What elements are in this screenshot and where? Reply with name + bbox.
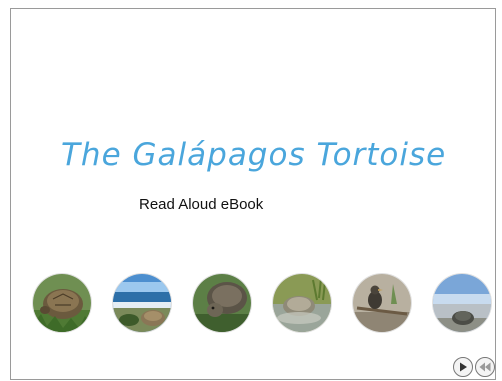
thumb-tortoise-grass[interactable] [33, 274, 91, 332]
slide-subtitle: Read Aloud eBook [139, 196, 264, 213]
slide-title: The Galápagos Tortoise [61, 137, 447, 173]
play-icon [460, 362, 467, 372]
tortoise-on-beach-photo [113, 274, 171, 332]
thumb-tortoise-shore[interactable] [433, 274, 491, 332]
next-button[interactable] [453, 357, 473, 377]
tortoise-in-pond-photo [273, 274, 331, 332]
rewind-icon [479, 362, 491, 372]
tortoise-on-shore-photo [433, 274, 491, 332]
tortoise-in-grass-photo [33, 274, 91, 332]
thumbnail-strip [11, 274, 495, 338]
thumb-tortoise-head[interactable] [193, 274, 251, 332]
bird-on-branch-photo [353, 274, 411, 332]
tortoise-close-up-photo [193, 274, 251, 332]
back-button[interactable] [475, 357, 495, 377]
thumb-bird[interactable] [353, 274, 411, 332]
thumb-beach-tortoise[interactable] [113, 274, 171, 332]
slide-navigation [453, 357, 495, 377]
thumb-tortoise-pond[interactable] [273, 274, 331, 332]
slide-canvas: The Galápagos Tortoise Read Aloud eBook [10, 8, 496, 380]
